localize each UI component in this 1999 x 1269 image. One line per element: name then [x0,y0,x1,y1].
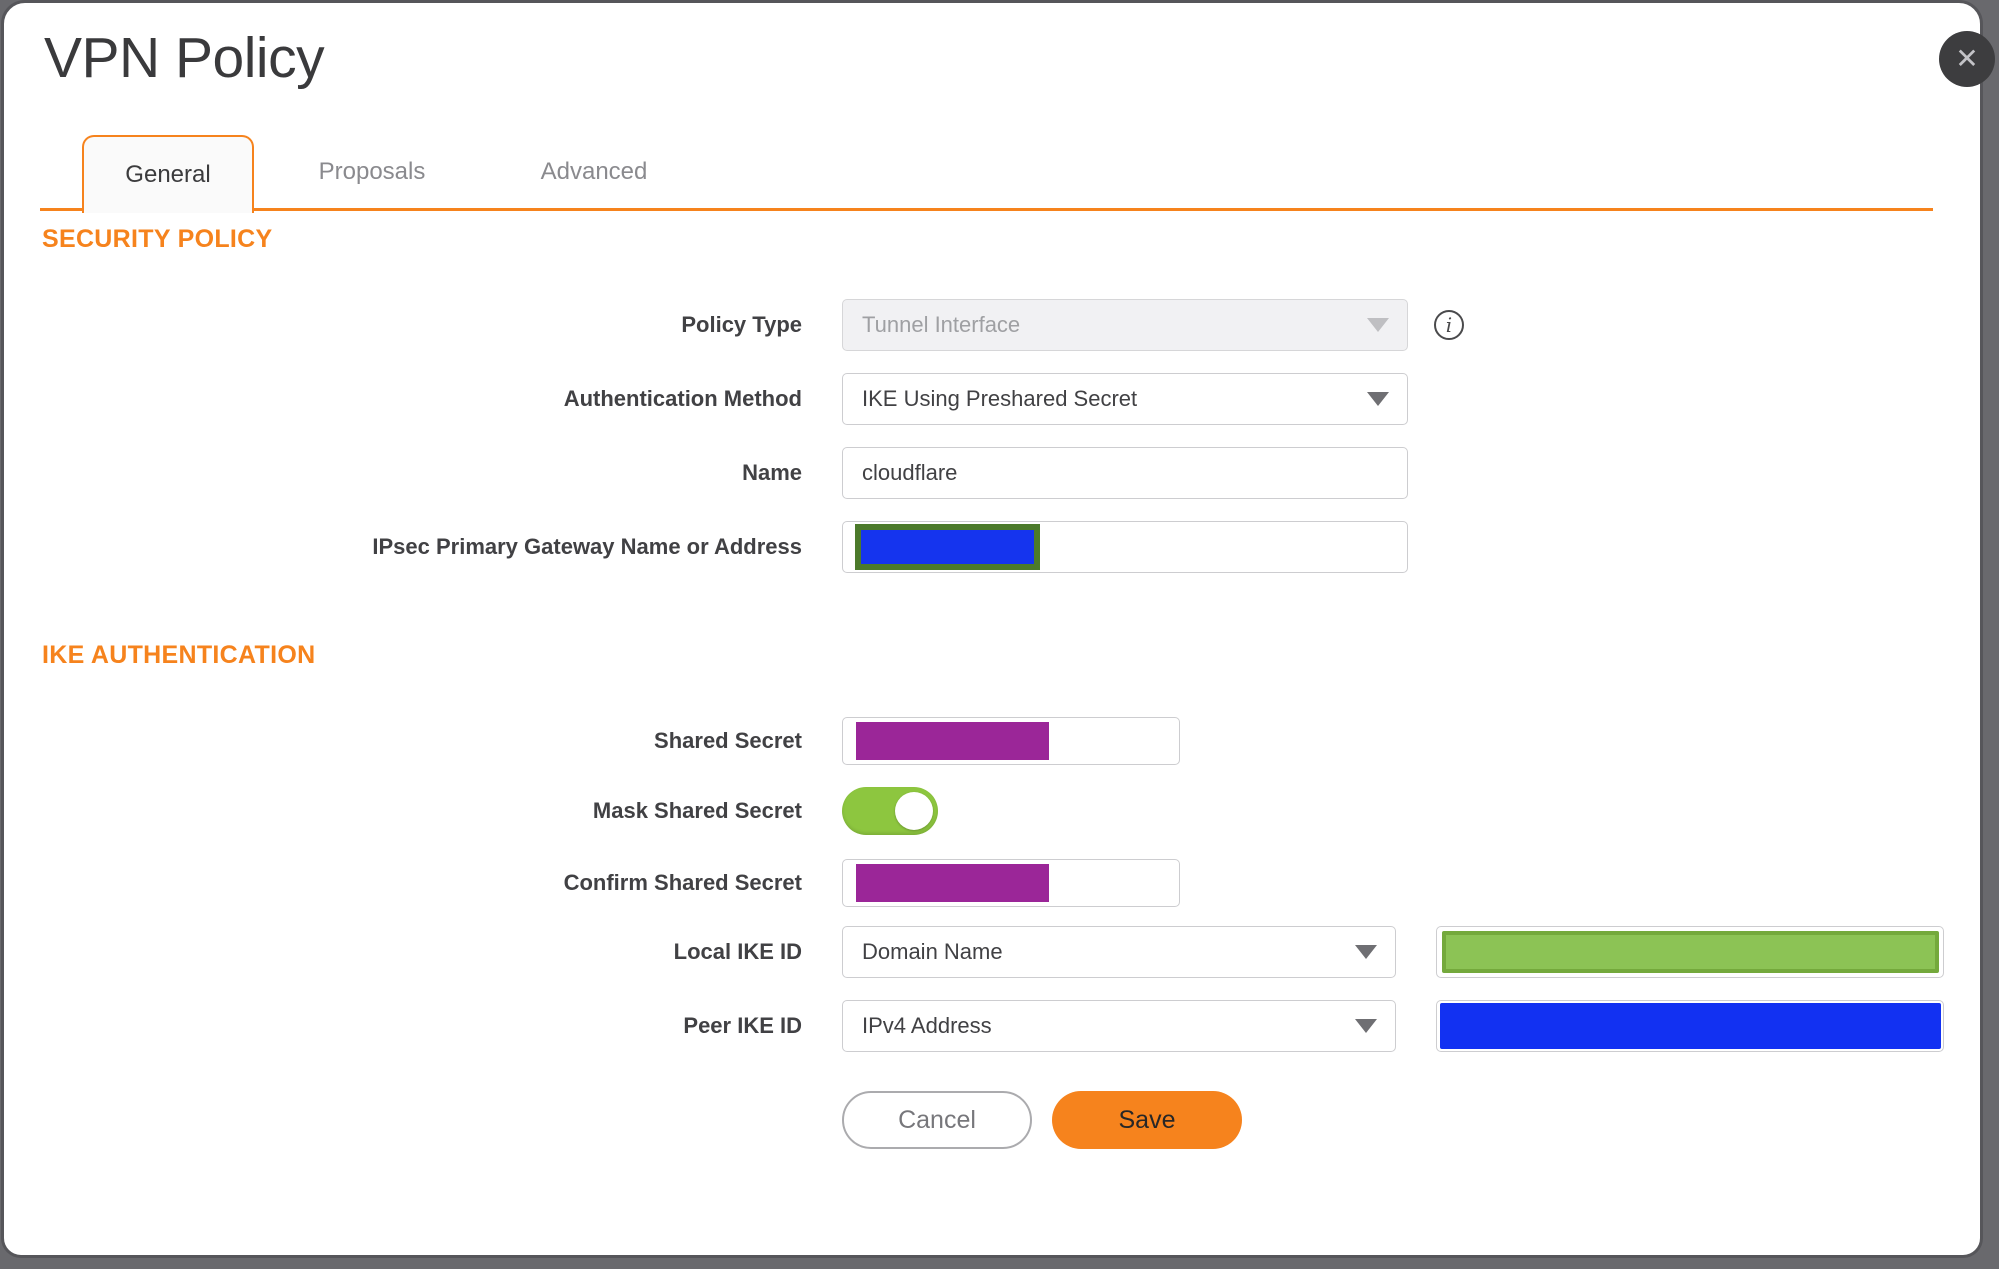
mask-shared-secret-row: Mask Shared Secret [4,787,1980,835]
tab-general[interactable]: General [82,135,254,213]
policy-type-row: Policy Type Tunnel Interface i [4,299,1980,351]
action-buttons-row: Cancel Save [4,1091,1980,1149]
tab-advanced[interactable]: Advanced [506,135,682,209]
dialog-title: VPN Policy [44,26,325,90]
mask-shared-secret-toggle[interactable] [842,787,938,835]
authentication-method-select[interactable]: IKE Using Preshared Secret [842,373,1408,425]
shared-secret-input[interactable] [842,717,1180,765]
mask-shared-secret-label: Mask Shared Secret [592,798,802,823]
local-ike-id-type-value: Domain Name [862,939,1003,964]
authentication-method-label: Authentication Method [563,386,802,411]
local-ike-id-row: Local IKE ID Domain Name [4,926,1980,978]
peer-ike-id-redaction-block [1440,1003,1941,1049]
confirm-shared-secret-input[interactable] [842,859,1180,907]
shared-secret-redaction-block [856,722,1049,760]
toggle-knob [895,792,933,830]
local-ike-id-label: Local IKE ID [673,939,802,964]
peer-ike-id-type-value: IPv4 Address [862,1013,992,1038]
peer-ike-id-type-select[interactable]: IPv4 Address [842,1000,1396,1052]
peer-ike-id-caret-icon [1355,1019,1377,1033]
peer-ike-id-row: Peer IKE ID IPv4 Address [4,1000,1980,1052]
peer-ike-id-label: Peer IKE ID [683,1013,802,1038]
policy-type-value: Tunnel Interface [862,312,1021,337]
shared-secret-label: Shared Secret [654,728,802,753]
gateway-redaction-block [855,524,1040,570]
name-label: Name [742,460,802,485]
local-ike-id-redaction-block [1442,931,1939,973]
shared-secret-row: Shared Secret [4,717,1980,765]
tab-proposals[interactable]: Proposals [284,135,460,209]
local-ike-id-caret-icon [1355,945,1377,959]
name-input[interactable] [842,447,1408,499]
authentication-method-caret-icon [1367,392,1389,406]
close-icon: ✕ [1955,43,1979,74]
local-ike-id-value-input[interactable] [1436,926,1944,978]
name-row: Name [4,447,1980,499]
gateway-input[interactable] [842,521,1408,573]
tab-general-label: General [125,161,211,188]
policy-type-caret-icon [1367,318,1389,332]
local-ike-id-type-select[interactable]: Domain Name [842,926,1396,978]
gateway-row: IPsec Primary Gateway Name or Address [4,521,1980,573]
tab-proposals-label: Proposals [318,158,426,185]
confirm-shared-secret-row: Confirm Shared Secret [4,859,1980,907]
authentication-method-value: IKE Using Preshared Secret [862,386,1138,411]
close-button[interactable]: ✕ [1939,31,1995,87]
policy-type-select: Tunnel Interface [842,299,1408,351]
cancel-button[interactable]: Cancel [842,1091,1032,1149]
save-button[interactable]: Save [1052,1091,1242,1149]
confirm-shared-secret-redaction-block [856,864,1049,902]
tab-advanced-label: Advanced [540,158,648,185]
authentication-method-row: Authentication Method IKE Using Preshare… [4,373,1980,425]
gateway-label: IPsec Primary Gateway Name or Address [372,534,802,559]
section-heading-ike-authentication: IKE AUTHENTICATION [42,641,316,669]
peer-ike-id-value-input[interactable] [1436,1000,1944,1052]
confirm-shared-secret-label: Confirm Shared Secret [563,870,802,895]
section-heading-security-policy: SECURITY POLICY [42,225,273,253]
policy-type-label: Policy Type [681,312,802,337]
vpn-policy-dialog: VPN Policy ✕ General Proposals Advanced … [1,0,1995,1258]
info-icon[interactable]: i [1434,310,1464,340]
